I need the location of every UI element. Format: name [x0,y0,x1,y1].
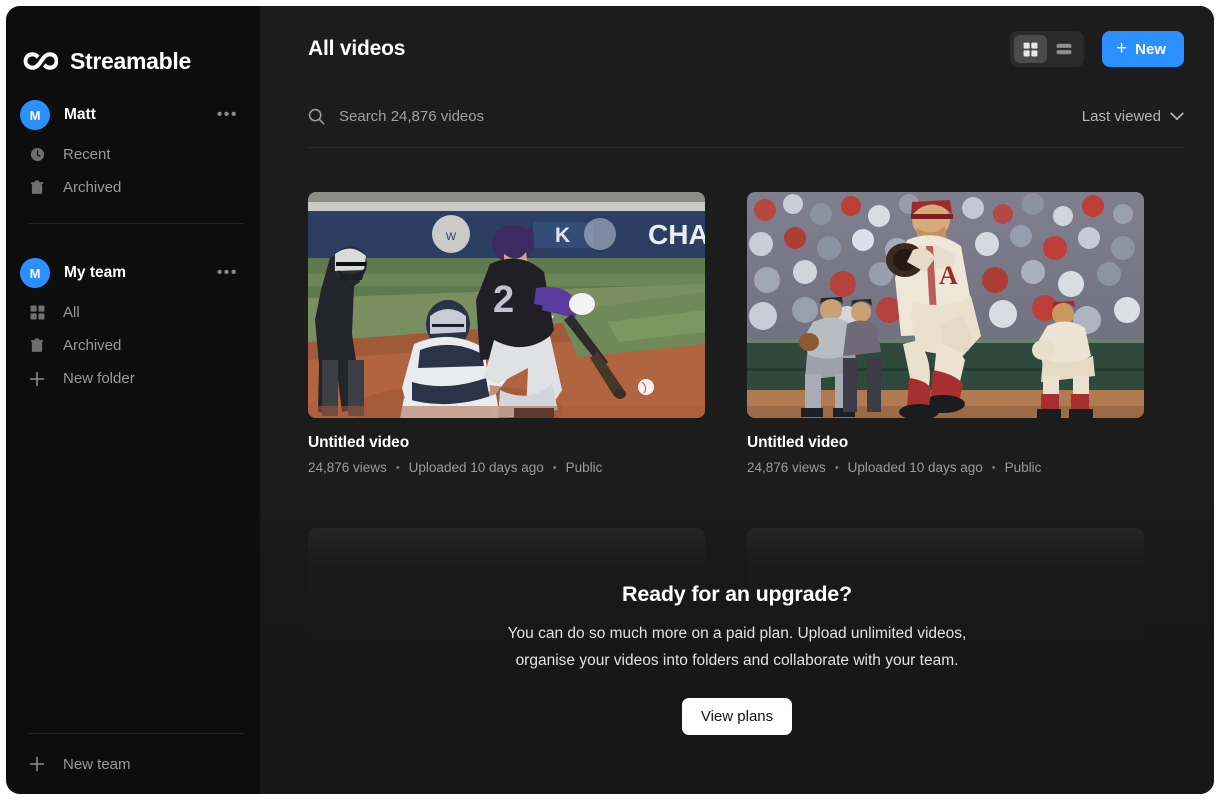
sidebar-divider [28,223,244,224]
meta-separator: • [395,461,400,474]
new-button-label: New [1135,40,1166,58]
sidebar-account-matt[interactable]: M Matt ••• [6,92,260,138]
search-icon [308,108,325,125]
trash-icon [28,179,46,197]
app-window: Streamable M Matt ••• Recent Archived M … [6,6,1214,794]
account-name: Matt [64,106,96,123]
top-bar: All videos + New [260,6,1214,92]
grid-view-button[interactable] [1014,35,1048,63]
video-title: Untitled video [747,434,849,451]
video-thumbnail[interactable]: W K CHA 2 [308,192,705,418]
svg-text:K: K [555,224,570,247]
new-button[interactable]: + New [1102,31,1184,67]
sort-dropdown[interactable]: Last viewed [1082,108,1184,125]
video-placeholder-card [747,528,1144,754]
svg-text:W: W [446,231,457,243]
plus-icon [28,755,46,773]
video-title: Untitled video [308,434,410,451]
trash-icon [28,337,46,355]
svg-text:A: A [939,261,958,290]
sort-label: Last viewed [1081,107,1161,125]
sidebar: Streamable M Matt ••• Recent Archived M … [6,6,260,794]
list-view-button[interactable] [1047,35,1080,63]
clock-icon [28,146,46,164]
video-grid: W K CHA 2 Untitled video 24,876 views • … [260,148,1214,475]
sidebar-item-label: All [63,304,80,321]
view-plans-button[interactable]: View plans [681,698,793,735]
infinity-logo-icon [22,50,59,72]
video-meta: 24,876 views • Uploaded 10 days ago • Pu… [308,460,705,475]
team-name: My team [64,264,127,281]
video-uploaded: Uploaded 10 days ago [408,460,544,475]
video-card[interactable]: A Untitled video 24,876 views • Uploaded… [747,192,1144,475]
video-views: 24,876 views [308,460,387,475]
page-title: All videos [308,37,406,60]
meta-separator: • [991,461,996,474]
svg-text:2: 2 [493,279,514,321]
brand[interactable]: Streamable [6,6,260,84]
sidebar-team-my-team[interactable]: M My team ••• [6,250,260,296]
team-avatar: M [20,258,50,288]
sidebar-item-new-team[interactable]: New team [6,734,260,794]
sidebar-item-label: New team [63,755,131,773]
video-thumbnail[interactable]: A [747,192,1144,418]
brand-name: Streamable [70,47,192,74]
video-card[interactable]: W K CHA 2 Untitled video 24,876 views • … [308,192,705,475]
video-placeholder-card [308,528,705,754]
grid-icon [28,304,46,322]
chevron-down-icon [1170,108,1184,125]
video-views: 24,876 views [747,460,826,475]
video-visibility: Public [565,460,603,475]
sidebar-item-label: Archived [63,179,122,196]
search-input[interactable] [339,107,1082,125]
meta-separator: • [834,461,839,474]
view-toggle [1010,31,1085,67]
search-row: Last viewed [260,92,1214,140]
plus-icon: + [1116,38,1128,59]
sidebar-item-recent[interactable]: Recent [6,138,260,171]
sidebar-item-archived-personal[interactable]: Archived [6,171,260,204]
sidebar-item-label: New folder [63,370,135,387]
meta-separator: • [552,461,557,474]
main-content: All videos + New Search 24,876 videos La… [260,6,1214,794]
sidebar-item-archived-team[interactable]: Archived [6,329,260,362]
video-meta: 24,876 views • Uploaded 10 days ago • Pu… [747,460,1144,475]
more-horizontal-icon[interactable]: ••• [217,265,244,281]
avatar: M [20,100,50,130]
video-uploaded: Uploaded 10 days ago [847,460,983,475]
video-visibility: Public [1004,460,1042,475]
sidebar-item-new-folder[interactable]: New folder [6,362,260,395]
sidebar-item-all[interactable]: All [6,296,260,329]
sidebar-item-label: Recent [63,146,111,163]
more-horizontal-icon[interactable]: ••• [217,107,244,123]
sidebar-item-label: Archived [63,337,122,354]
svg-text:CHA: CHA [648,219,705,250]
plus-icon [28,370,46,388]
